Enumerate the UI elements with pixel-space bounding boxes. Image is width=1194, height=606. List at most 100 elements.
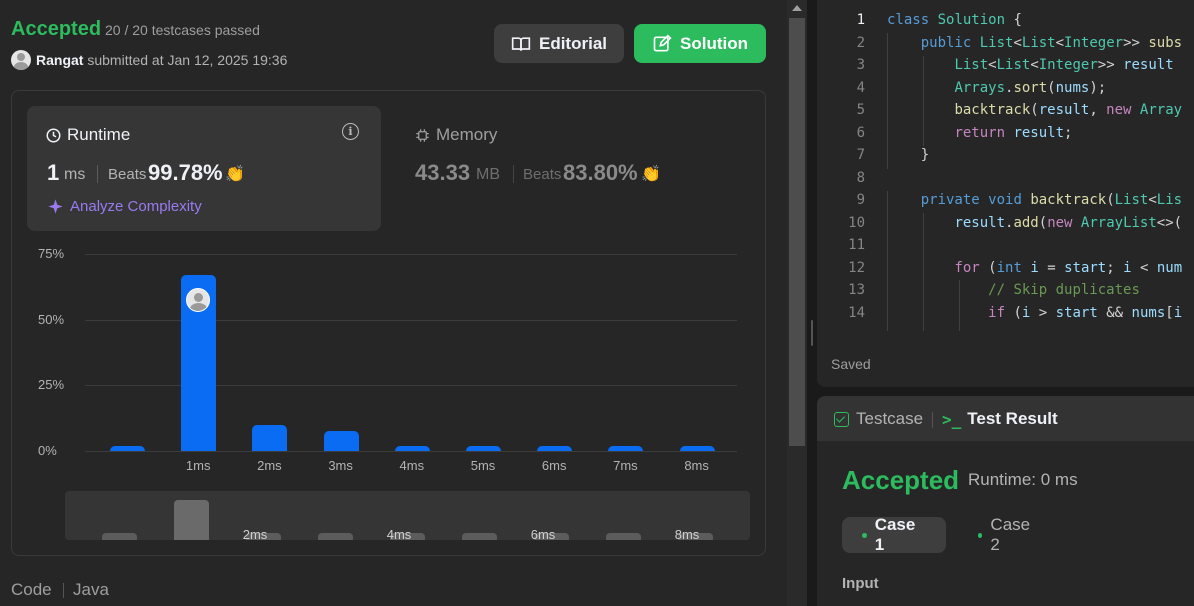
code-language: Java: [73, 580, 109, 599]
submitter-info: Rangat submitted at Jan 12, 2025 19:36: [36, 52, 287, 68]
solution-label: Solution: [680, 33, 748, 53]
memory-value: 43.33: [415, 160, 471, 185]
clap-hands-icon: 👏: [641, 166, 661, 183]
x-tick-label: 5ms: [470, 458, 496, 473]
clock-icon: [46, 128, 61, 142]
result-status: Accepted: [842, 465, 960, 495]
case-2-tab[interactable]: Case 2: [958, 515, 1058, 554]
checkbox-icon: [834, 411, 849, 427]
y-tick-label: 25%: [38, 377, 65, 392]
tab-testcase-label: Testcase: [856, 409, 924, 428]
chart-bar[interactable]: [110, 445, 145, 451]
memory-divider: [513, 165, 514, 183]
line-number: 11: [848, 237, 865, 253]
user-avatar[interactable]: [11, 50, 31, 70]
navigator-tick-label: 8ms: [674, 527, 700, 540]
scroll-thumb[interactable]: [789, 18, 805, 446]
navigator-bar: [102, 533, 137, 540]
editorial-label: Editorial: [538, 33, 607, 53]
x-tick-label: 1ms: [185, 458, 211, 473]
memory-beats-value: 83.80%: [563, 160, 638, 185]
runtime-divider: [97, 165, 98, 183]
left-scrollbar[interactable]: [787, 0, 807, 606]
navigator-bar: [318, 533, 353, 540]
input-label: Input: [842, 575, 879, 592]
splitter-handle[interactable]: [811, 320, 813, 346]
analyze-complexity-link[interactable]: Analyze Complexity: [47, 198, 202, 215]
line-number: 6: [856, 125, 865, 141]
navigator-bar: [462, 533, 497, 540]
memory-beats-label: Beats: [523, 166, 562, 183]
editorial-button[interactable]: Editorial: [494, 24, 624, 63]
y-tick-label: 75%: [38, 246, 65, 261]
case-2-label: Case 2: [990, 515, 1031, 554]
tab-test-result[interactable]: >_ Test Result: [942, 409, 1058, 429]
edit-icon: [653, 33, 672, 51]
line-number: 7: [856, 147, 865, 163]
runtime-label: Runtime: [67, 125, 131, 144]
memory-unit: MB: [476, 166, 500, 183]
pass-dot-icon: [862, 532, 867, 538]
line-number: 3: [856, 57, 865, 73]
line-number: 10: [848, 215, 865, 231]
chart-gridline: [85, 254, 737, 255]
line-number: 5: [856, 102, 865, 118]
pass-dot-icon: [978, 532, 983, 538]
x-tick-label: 6ms: [541, 458, 567, 473]
analyze-complexity-label: Analyze Complexity: [70, 198, 202, 215]
terminal-icon: >_: [942, 409, 962, 429]
navigator-bar: [174, 499, 209, 540]
x-tick-label: 4ms: [399, 458, 425, 473]
navigator-bar: [606, 533, 641, 540]
code-line-10: result.add(new ArrayList<>(: [954, 215, 1183, 231]
code-line-4: Arrays.sort(nums);: [954, 80, 1107, 96]
code-line-2: public List<List<Integer>> subs: [920, 35, 1183, 51]
chart-bar[interactable]: [394, 445, 430, 451]
navigator-tick-label: 2ms: [242, 527, 268, 540]
tab-testcase[interactable]: Testcase: [834, 409, 923, 429]
username-link[interactable]: Rangat: [36, 52, 83, 68]
panel-splitter[interactable]: [807, 0, 817, 606]
submitted-time: submitted at Jan 12, 2025 19:36: [87, 52, 288, 68]
y-tick-label: 0%: [38, 443, 57, 458]
chart-bar[interactable]: [323, 431, 359, 451]
scroll-up-icon[interactable]: [792, 5, 802, 11]
tab-test-result-label: Test Result: [967, 409, 1058, 428]
line-number: 2: [856, 35, 865, 51]
code-line-7: }: [920, 147, 930, 163]
code-line-3: List<List<Integer>> result: [954, 57, 1174, 73]
code-line-13: // Skip duplicates: [988, 282, 1140, 298]
chart-bar[interactable]: [537, 445, 573, 451]
result-runtime: Runtime: 0 ms: [968, 470, 1078, 489]
navigator-tick-label: 6ms: [530, 527, 556, 540]
runtime-value: 1: [47, 160, 60, 185]
case-1-label: Case 1: [874, 515, 916, 554]
chart-bar[interactable]: [466, 445, 501, 451]
chart-range-navigator[interactable]: 2ms 4ms 6ms 8ms: [65, 491, 750, 540]
info-icon[interactable]: i: [342, 123, 359, 140]
app-root: Accepted 20 / 20 testcases passed Rangat…: [0, 0, 1194, 606]
line-number: 14: [848, 305, 865, 321]
clap-hands-icon: 👏: [225, 166, 245, 183]
code-tab-label[interactable]: Code: [11, 580, 52, 600]
chart-bar[interactable]: [608, 445, 644, 451]
chart-gridline: [85, 451, 737, 452]
testcases-passed: 20 / 20 testcases passed: [105, 22, 260, 38]
runtime-beats-label: Beats: [108, 166, 147, 183]
chip-icon: [416, 128, 429, 142]
line-number: 8: [856, 170, 865, 186]
y-tick-label: 50%: [38, 312, 65, 327]
tab-divider: [932, 412, 933, 428]
line-number: 13: [848, 282, 865, 298]
solution-button[interactable]: Solution: [634, 24, 766, 63]
submission-status: Accepted: [11, 18, 102, 40]
case-1-tab[interactable]: Case 1: [842, 515, 946, 554]
code-line-12: for (int i = start; i < num: [954, 260, 1183, 276]
code-line-14: if (i > start && nums[i: [988, 305, 1183, 321]
x-tick-label: 3ms: [328, 458, 353, 473]
chart-bar[interactable]: [679, 445, 715, 451]
line-number: 4: [856, 80, 865, 96]
chart-bar[interactable]: [252, 424, 288, 451]
runtime-header: Runtime: [46, 125, 130, 145]
memory-header[interactable]: Memory: [415, 125, 497, 145]
